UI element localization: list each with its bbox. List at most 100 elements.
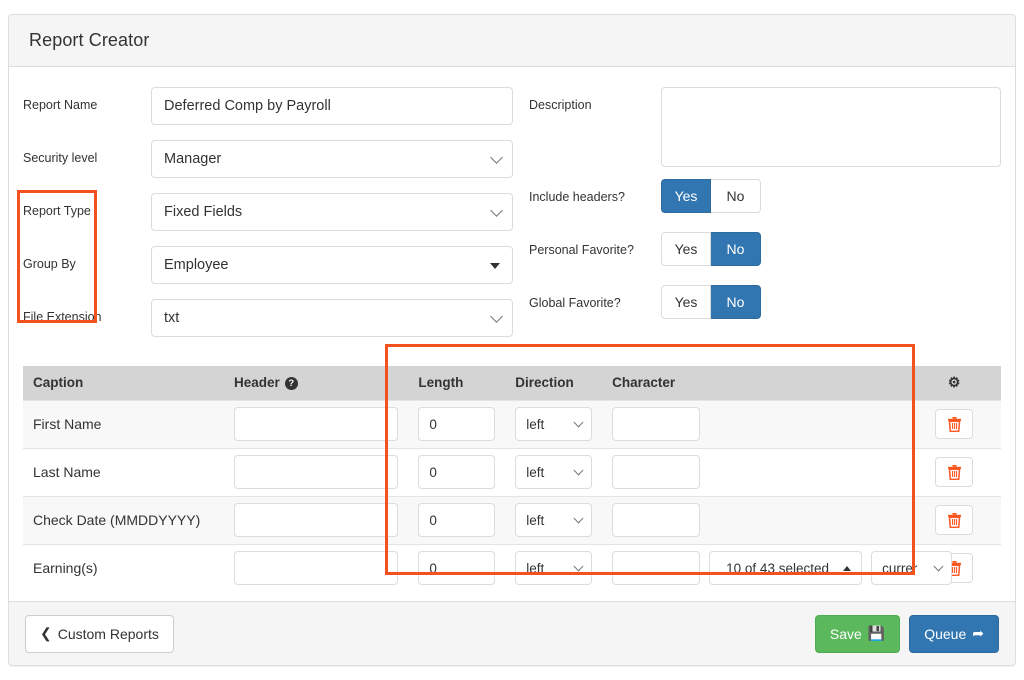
save-button[interactable]: Save 💾 (815, 615, 900, 653)
header-input[interactable] (234, 551, 398, 585)
header-input[interactable] (234, 503, 398, 537)
table-row: First Name 0 left (23, 400, 1001, 448)
direction-select[interactable]: left (515, 407, 592, 441)
custom-reports-label: Custom Reports (58, 626, 159, 642)
row-header-cell (224, 448, 408, 496)
page-title: Report Creator (29, 30, 149, 51)
gear-icon[interactable]: ⚙ (948, 374, 961, 390)
trash-icon (948, 513, 961, 528)
description-textarea[interactable] (661, 87, 1001, 167)
row-direction-cell: left (505, 448, 602, 496)
form-right-column: Description Include headers? Yes No (513, 87, 1001, 352)
character-input[interactable] (612, 503, 700, 537)
row-length-cell: 0 (408, 544, 505, 592)
chevron-down-icon (574, 466, 584, 476)
direction-value: left (526, 513, 544, 528)
field-global-favorite: Global Favorite? Yes No (529, 285, 1001, 338)
direction-select[interactable]: left (515, 455, 592, 489)
direction-select[interactable]: left (515, 503, 592, 537)
earnings-multiselect[interactable]: 10 of 43 selected (709, 551, 862, 585)
report-type-label: Report Type (23, 193, 151, 218)
row-caption: First Name (23, 400, 224, 448)
character-input[interactable] (612, 551, 700, 585)
security-level-value: Manager (164, 141, 482, 177)
form-area: Report Name Deferred Comp by Payroll Sec… (23, 81, 1001, 356)
length-input[interactable]: 0 (418, 503, 495, 537)
row-length-cell: 0 (408, 496, 505, 544)
column-header-direction: Direction (505, 366, 602, 400)
report-creator-screen: Report Creator Report Name Deferred Comp… (0, 0, 1024, 680)
row-caption: Check Date (MMDDYYYY) (23, 496, 224, 544)
length-input[interactable]: 0 (418, 455, 495, 489)
chevron-down-icon (574, 514, 584, 524)
security-level-select[interactable]: Manager (151, 140, 513, 178)
include-headers-toggle[interactable]: Yes No (661, 179, 761, 213)
delete-row-button[interactable] (935, 409, 973, 439)
group-by-label: Group By (23, 246, 151, 271)
chevron-down-icon (490, 310, 503, 323)
global-favorite-toggle[interactable]: Yes No (661, 285, 761, 319)
column-header-header-label: Header (234, 375, 280, 390)
length-input[interactable]: 0 (418, 407, 495, 441)
row-direction-cell: left (505, 400, 602, 448)
table-body: First Name 0 left (23, 400, 1001, 592)
chevron-down-icon (574, 418, 584, 428)
report-creator-panel: Report Creator Report Name Deferred Comp… (8, 14, 1016, 666)
row-character-cell (602, 448, 907, 496)
row-caption: Last Name (23, 448, 224, 496)
queue-button[interactable]: Queue ➦ (909, 615, 999, 653)
direction-value: left (526, 465, 544, 480)
row-direction-cell: left (505, 544, 602, 592)
character-input[interactable] (612, 455, 700, 489)
chevron-down-icon (934, 562, 944, 572)
personal-favorite-yes[interactable]: Yes (661, 232, 711, 266)
row-header-cell (224, 496, 408, 544)
include-headers-no[interactable]: No (711, 179, 761, 213)
panel-body: Report Name Deferred Comp by Payroll Sec… (9, 67, 1015, 592)
header-input[interactable] (234, 455, 398, 489)
column-header-settings: ⚙ (907, 366, 1001, 400)
table-row: Check Date (MMDDYYYY) 0 left (23, 496, 1001, 544)
queue-label: Queue (924, 626, 966, 642)
table-row: Last Name 0 left (23, 448, 1001, 496)
chevron-down-icon (574, 562, 584, 572)
currency-select[interactable]: currer (871, 551, 952, 585)
report-type-select[interactable]: Fixed Fields (151, 193, 513, 231)
report-fields-table: Caption Header? Length Direction Charact… (23, 366, 1001, 592)
direction-select[interactable]: left (515, 551, 592, 585)
direction-value: left (526, 417, 544, 432)
row-length-cell: 0 (408, 448, 505, 496)
group-by-select[interactable]: Employee (151, 246, 513, 284)
description-label: Description (529, 87, 661, 112)
delete-row-button[interactable] (935, 457, 973, 487)
global-favorite-no[interactable]: No (711, 285, 761, 319)
row-character-cell (602, 400, 907, 448)
table-head: Caption Header? Length Direction Charact… (23, 366, 1001, 400)
include-headers-label: Include headers? (529, 179, 661, 204)
length-input[interactable]: 0 (418, 551, 495, 585)
character-input[interactable] (612, 407, 700, 441)
header-input[interactable] (234, 407, 398, 441)
caret-down-icon (490, 263, 500, 269)
report-name-input[interactable]: Deferred Comp by Payroll (151, 87, 513, 125)
personal-favorite-no[interactable]: No (711, 232, 761, 266)
field-include-headers: Include headers? Yes No (529, 179, 1001, 232)
field-security-level: Security level Manager (23, 140, 513, 193)
caret-up-icon (843, 566, 851, 571)
help-icon[interactable]: ? (285, 377, 298, 390)
delete-row-button[interactable] (935, 505, 973, 535)
include-headers-yes[interactable]: Yes (661, 179, 711, 213)
currency-value: currer (882, 561, 917, 576)
global-favorite-yes[interactable]: Yes (661, 285, 711, 319)
personal-favorite-toggle[interactable]: Yes No (661, 232, 761, 266)
file-extension-select[interactable]: txt (151, 299, 513, 337)
direction-value: left (526, 561, 544, 576)
column-header-caption: Caption (23, 366, 224, 400)
table-row: Earning(s) 0 left (23, 544, 1001, 592)
custom-reports-back-button[interactable]: ❮ Custom Reports (25, 615, 174, 653)
field-report-name: Report Name Deferred Comp by Payroll (23, 87, 513, 140)
row-actions-cell (907, 400, 1001, 448)
chevron-left-icon: ❮ (40, 625, 52, 642)
chevron-down-icon (490, 151, 503, 164)
global-favorite-label: Global Favorite? (529, 285, 661, 310)
